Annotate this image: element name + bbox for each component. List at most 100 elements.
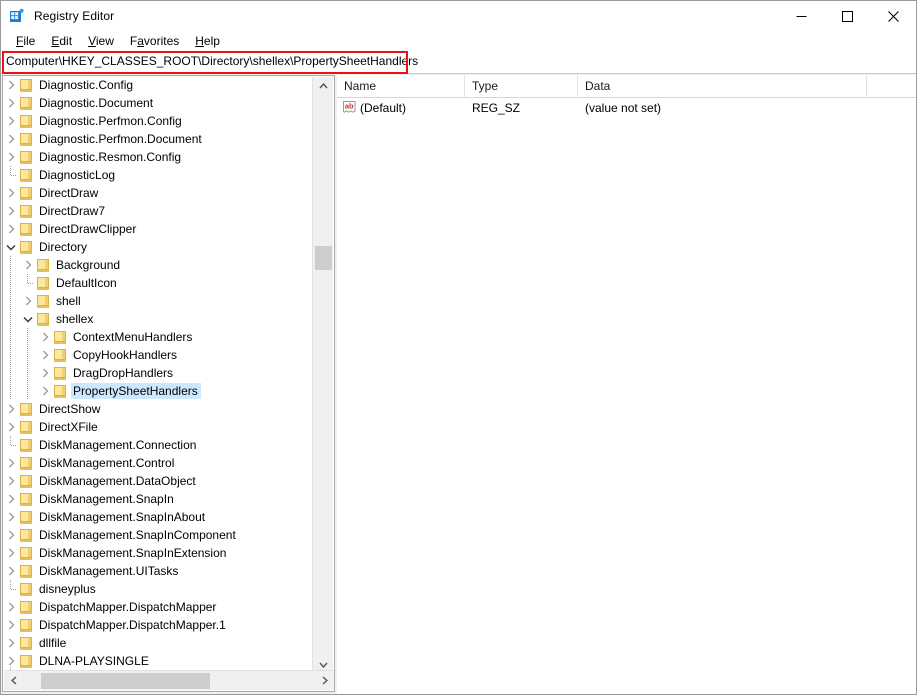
chevron-right-icon[interactable] [3,112,19,130]
tree-item-background[interactable]: Background [3,256,313,274]
tree-item-label: Diagnostic.Document [37,95,156,111]
tree-item-diagnostic-perfmon-document[interactable]: Diagnostic.Perfmon.Document [3,130,313,148]
tree-item-label: shellex [54,311,96,327]
tree-item-dispatchmapper-dispatchmapper[interactable]: DispatchMapper.DispatchMapper [3,598,313,616]
tree-item-shellex[interactable]: shellex [3,310,313,328]
chevron-right-icon[interactable] [3,526,19,544]
chevron-right-icon[interactable] [3,220,19,238]
tree-item-diskmanagement-uitasks[interactable]: DiskManagement.UITasks [3,562,313,580]
chevron-up-icon[interactable] [313,77,333,95]
tree-item-diskmanagement-dataobject[interactable]: DiskManagement.DataObject [3,472,313,490]
chevron-left-icon[interactable] [4,671,24,690]
tree-item-shell[interactable]: shell [3,292,313,310]
registry-key-folder-icon [53,383,69,399]
tree-item-diskmanagement-control[interactable]: DiskManagement.Control [3,454,313,472]
tree-item-propertysheethandlers[interactable]: PropertySheetHandlers [3,382,313,400]
chevron-right-icon[interactable] [3,148,19,166]
menu-item-file[interactable]: File [9,32,43,50]
menu-item-view[interactable]: View [81,32,122,50]
tree-indent-guide [3,328,20,346]
value-row[interactable]: ab(Default)REG_SZ(value not set) [337,98,916,117]
chevron-right-icon[interactable] [3,562,19,580]
chevron-down-icon[interactable] [3,238,19,256]
chevron-right-icon[interactable] [20,292,36,310]
chevron-right-icon[interactable] [3,472,19,490]
chevron-right-icon[interactable] [3,544,19,562]
tree-item-diskmanagement-snapincomponent[interactable]: DiskManagement.SnapInComponent [3,526,313,544]
tree-item-label: Diagnostic.Perfmon.Document [37,131,205,147]
registry-key-folder-icon [19,617,35,633]
tree-item-directxfile[interactable]: DirectXFile [3,418,313,436]
chevron-right-icon[interactable] [37,364,53,382]
tree-item-diagnostic-config[interactable]: Diagnostic.Config [3,76,313,94]
registry-tree-pane: Diagnostic.ConfigDiagnostic.Document Diag… [2,75,335,692]
tree-item-label: DiskManagement.SnapIn [37,491,177,507]
tree-item-diagnostic-document[interactable]: Diagnostic.Document [3,94,313,112]
tree-item-diagnostic-perfmon-config[interactable]: Diagnostic.Perfmon.Config [3,112,313,130]
chevron-right-icon[interactable] [3,184,19,202]
chevron-right-icon[interactable] [37,328,53,346]
chevron-right-icon[interactable] [3,634,19,652]
tree-item-dispatchmapper-dispatchmapper-1[interactable]: DispatchMapper.DispatchMapper.1 [3,616,313,634]
chevron-right-icon[interactable] [37,346,53,364]
address-bar[interactable]: Computer\HKEY_CLASSES_ROOT\Directory\she… [1,51,916,74]
chevron-right-icon[interactable] [3,94,19,112]
chevron-right-icon[interactable] [37,382,53,400]
tree-item-diagnostic-resmon-config[interactable]: Diagnostic.Resmon.Config [3,148,313,166]
chevron-right-icon[interactable] [3,400,19,418]
tree-item-copyhookhandlers[interactable]: CopyHookHandlers [3,346,313,364]
tree-item-disneyplus[interactable]: disneyplus [3,580,313,598]
tree-item-directdraw7[interactable]: DirectDraw7 [3,202,313,220]
chevron-right-icon[interactable] [315,671,335,690]
tree-item-label: DispatchMapper.DispatchMapper.1 [37,617,229,633]
close-button[interactable] [870,1,916,31]
chevron-right-icon[interactable] [3,508,19,526]
chevron-right-icon[interactable] [3,130,19,148]
tree-item-diskmanagement-snapinextension[interactable]: DiskManagement.SnapInExtension [3,544,313,562]
tree-item-diskmanagement-connection[interactable]: DiskManagement.Connection [3,436,313,454]
tree-item-label: DLNA-PLAYSINGLE [37,653,152,669]
tree-item-dragdrophandlers[interactable]: DragDropHandlers [3,364,313,382]
chevron-down-icon[interactable] [20,310,36,328]
tree-item-dllfile[interactable]: dllfile [3,634,313,652]
value-name: (Default) [360,101,406,115]
chevron-right-icon[interactable] [20,256,36,274]
tree-item-directdrawclipper[interactable]: DirectDrawClipper [3,220,313,238]
chevron-right-icon[interactable] [3,202,19,220]
tree-item-directory[interactable]: Directory [3,238,313,256]
maximize-button[interactable] [824,1,870,31]
tree-item-directdraw[interactable]: DirectDraw [3,184,313,202]
tree-item-diskmanagement-snapinabout[interactable]: DiskManagement.SnapInAbout [3,508,313,526]
chevron-right-icon[interactable] [3,490,19,508]
tree-item-label: DirectDraw7 [37,203,108,219]
tree-vertical-scroll-thumb[interactable] [315,246,332,270]
menu-item-edit[interactable]: Edit [44,32,80,50]
chevron-right-icon[interactable] [3,598,19,616]
tree-item-label: DragDropHandlers [71,365,176,381]
tree-vertical-scrollbar[interactable] [312,77,333,674]
tree-horizontal-scroll-thumb[interactable] [41,673,210,689]
tree-item-directshow[interactable]: DirectShow [3,400,313,418]
tree-indent-guide [3,310,20,328]
registry-key-folder-icon [53,347,69,363]
registry-key-folder-icon [19,221,35,237]
tree-item-defaulticon[interactable]: DefaultIcon [3,274,313,292]
registry-key-folder-icon [19,509,35,525]
window-controls [778,1,916,31]
column-header-name[interactable]: Name [337,75,465,97]
chevron-right-icon[interactable] [3,616,19,634]
column-header-data[interactable]: Data [578,75,867,97]
tree-horizontal-scrollbar[interactable] [4,670,335,690]
tree-connector-line [20,274,36,292]
minimize-button[interactable] [778,1,824,31]
chevron-right-icon[interactable] [3,418,19,436]
tree-item-label: Diagnostic.Perfmon.Config [37,113,185,129]
tree-item-contextmenuhandlers[interactable]: ContextMenuHandlers [3,328,313,346]
tree-item-diskmanagement-snapin[interactable]: DiskManagement.SnapIn [3,490,313,508]
menu-item-favorites[interactable]: Favorites [123,32,187,50]
chevron-right-icon[interactable] [3,454,19,472]
menu-item-help[interactable]: Help [188,32,228,50]
chevron-right-icon[interactable] [3,76,19,94]
tree-item-diagnosticlog[interactable]: DiagnosticLog [3,166,313,184]
column-header-type[interactable]: Type [465,75,578,97]
